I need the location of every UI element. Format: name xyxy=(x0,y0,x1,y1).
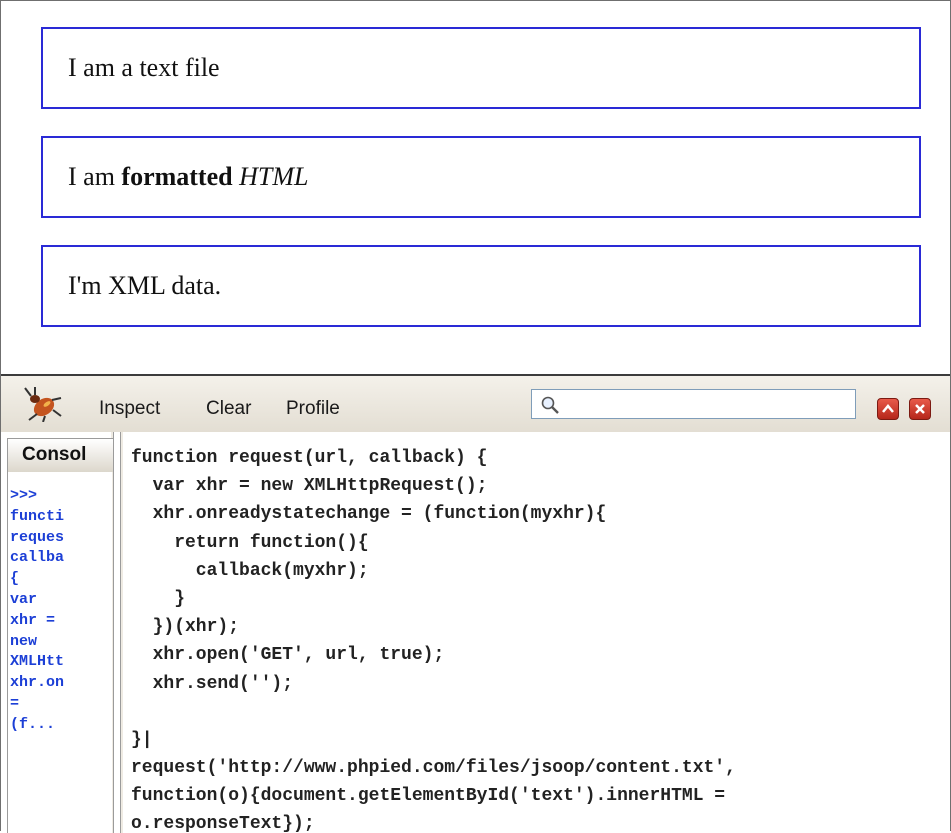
history-line[interactable]: new xyxy=(8,632,112,653)
history-line[interactable]: xhr.on xyxy=(8,673,112,694)
code-line: o.responseText}); xyxy=(131,814,315,833)
code-editor[interactable]: function request(url, callback) { var xh… xyxy=(123,432,950,833)
console-side-pane: Consol >>> functi reques callba{var xhr = new… xyxy=(1,432,115,833)
history-line[interactable]: { xyxy=(8,569,112,590)
history-line[interactable]: reques xyxy=(8,528,112,549)
code-line: xhr.send(''); xyxy=(131,673,294,694)
code-line: } xyxy=(131,588,186,609)
history-line[interactable]: var xyxy=(8,590,112,611)
close-button[interactable] xyxy=(909,398,931,420)
firebug-toolbar: Inspect Clear Profile xyxy=(1,376,950,432)
history-line[interactable]: callba xyxy=(8,548,112,569)
clear-button[interactable]: Clear xyxy=(206,398,251,420)
html-content: I am formatted HTML xyxy=(68,162,308,192)
history-line[interactable]: xhr = xyxy=(8,611,112,632)
code-line: xhr.onreadystatechange = (function(myxhr… xyxy=(131,504,607,525)
firebug-panel: Inspect Clear Profile Consol >>> functi re… xyxy=(1,374,950,833)
html-bold: formatted xyxy=(121,162,233,191)
html-prefix: I am xyxy=(68,162,122,191)
search-input[interactable] xyxy=(531,389,856,419)
history-line[interactable]: = xyxy=(8,694,112,715)
code-line: })(xhr); xyxy=(131,617,240,638)
magnifier-icon xyxy=(541,396,559,414)
restore-button[interactable] xyxy=(877,398,899,420)
console-history[interactable]: >>> functi reques callba{var xhr = new XMLHtt x… xyxy=(7,472,112,833)
close-icon xyxy=(915,404,925,414)
code-line: xhr.open('GET', url, true); xyxy=(131,645,445,666)
pane-splitter[interactable] xyxy=(113,432,121,833)
text-file-content: I am a text file xyxy=(68,53,220,82)
code-line: function request(url, callback) { xyxy=(131,448,488,468)
code-line: }| xyxy=(131,729,153,750)
history-line[interactable]: XMLHtt xyxy=(8,652,112,673)
chevron-up-icon xyxy=(882,404,894,413)
code-line: return function(){ xyxy=(131,532,369,553)
html-box: I am formatted HTML xyxy=(41,136,921,218)
xml-content: I'm XML data. xyxy=(68,271,222,300)
text-file-box: I am a text file xyxy=(41,27,921,109)
page-content: I am a text file I am formatted HTML I'm… xyxy=(1,1,950,374)
code-line: callback(myxhr); xyxy=(131,560,369,581)
code-line: function(o){document.getElementById('tex… xyxy=(131,786,726,807)
history-line[interactable]: >>> xyxy=(8,486,112,507)
xml-box: I'm XML data. xyxy=(41,245,921,327)
firebug-icon[interactable] xyxy=(23,386,63,422)
inspect-button[interactable]: Inspect xyxy=(99,398,160,420)
code-line: request('http://www.phpied.com/files/jso… xyxy=(131,758,736,779)
tab-console[interactable]: Consol xyxy=(7,438,115,472)
profile-button[interactable]: Profile xyxy=(286,398,340,420)
code-line: var xhr = new XMLHttpRequest(); xyxy=(131,476,488,497)
history-line[interactable]: functi xyxy=(8,507,112,528)
history-line[interactable]: (f... xyxy=(8,715,112,736)
html-italic: HTML xyxy=(239,162,309,191)
